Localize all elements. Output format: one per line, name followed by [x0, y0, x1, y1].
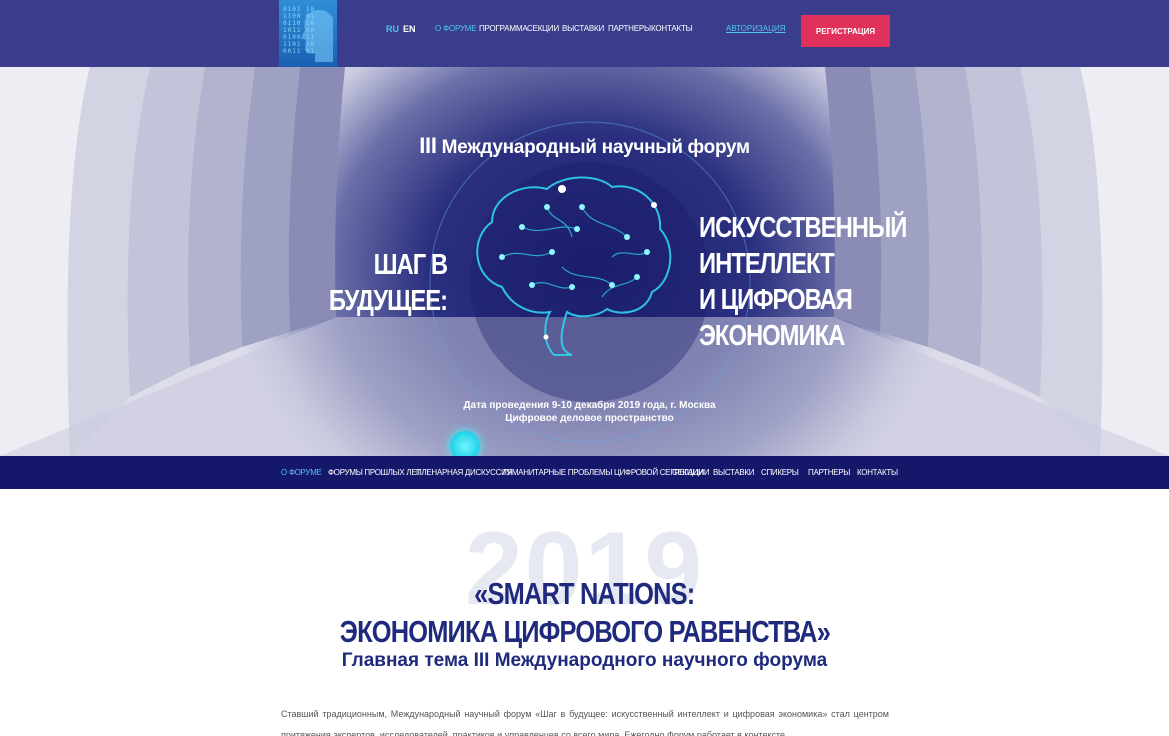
topnav-program[interactable]: ПРОГРАММА — [479, 24, 528, 33]
top-header: 0101 10 1100 01 0110 10 1011 00 0100 11 … — [0, 0, 1169, 67]
hero-forum-title: III Международный научный форум — [419, 133, 750, 158]
auth-link[interactable]: АВТОРИЗАЦИЯ — [726, 24, 786, 33]
hero-step-title: ШАГ В БУДУЩЕЕ: — [328, 249, 448, 317]
topnav-sections[interactable]: СЕКЦИИ — [527, 24, 559, 33]
section-nav: О ФОРУМЕ ФОРУМЫ ПРОШЛЫХ ЛЕТ ПЛЕНАРНАЯ ДИ… — [0, 456, 1169, 489]
hero-event-info: Дата проведения 9-10 декабря 2019 года, … — [0, 399, 1169, 425]
subnav-sections[interactable]: СЕКЦИИ — [672, 468, 704, 477]
subnav-speakers[interactable]: СПИКЕРЫ — [761, 468, 799, 477]
subnav-past-forums[interactable]: ФОРУМЫ ПРОШЛЫХ ЛЕТ — [328, 468, 421, 477]
subnav-exhibitions[interactable]: ВЫСТАВКИ — [713, 468, 755, 477]
decorative-cyan-dot — [450, 431, 480, 456]
event-venue: Цифровое деловое пространство — [505, 413, 674, 424]
event-date: Дата проведения 9-10 декабря 2019 года, … — [463, 400, 716, 411]
subnav-contacts[interactable]: КОНТАКТЫ — [857, 468, 898, 477]
subnav-about[interactable]: О ФОРУМЕ — [281, 468, 322, 477]
intro-paragraph: Ставший традиционным, Международный науч… — [281, 709, 889, 736]
topnav-contacts[interactable]: КОНТАКТЫ — [651, 24, 693, 33]
main-theme-title: «SMART NATIONS: ЭКОНОМИКА ЦИФРОВОГО РАВЕ… — [339, 576, 830, 649]
head-silhouette-icon — [301, 10, 333, 62]
subnav-partners[interactable]: ПАРТНЕРЫ — [808, 468, 850, 477]
lang-ru-link[interactable]: RU — [386, 24, 399, 34]
topnav-partners[interactable]: ПАРТНЕРЫ — [608, 24, 651, 33]
main-theme-subtitle: Главная тема III Международного научного… — [341, 650, 828, 671]
lang-en-link[interactable]: EN — [403, 24, 416, 34]
brain-network-icon — [476, 176, 672, 356]
forum-logo[interactable]: 0101 10 1100 01 0110 10 1011 00 0100 11 … — [279, 0, 337, 67]
register-button[interactable]: РЕГИСТРАЦИЯ — [801, 15, 890, 47]
hero-ai-title: ИСКУССТВЕННЫЙ ИНТЕЛЛЕКТ И ЦИФРОВАЯ ЭКОНО… — [699, 212, 907, 352]
topnav-exhibitions[interactable]: ВЫСТАВКИ — [562, 24, 604, 33]
topnav-about[interactable]: О ФОРУМЕ — [435, 24, 477, 33]
hero-banner: III Международный научный форум ШАГ В БУ… — [0, 67, 1169, 456]
subnav-plenary[interactable]: ПЛЕНАРНАЯ ДИСКУССИЯ — [416, 468, 512, 477]
